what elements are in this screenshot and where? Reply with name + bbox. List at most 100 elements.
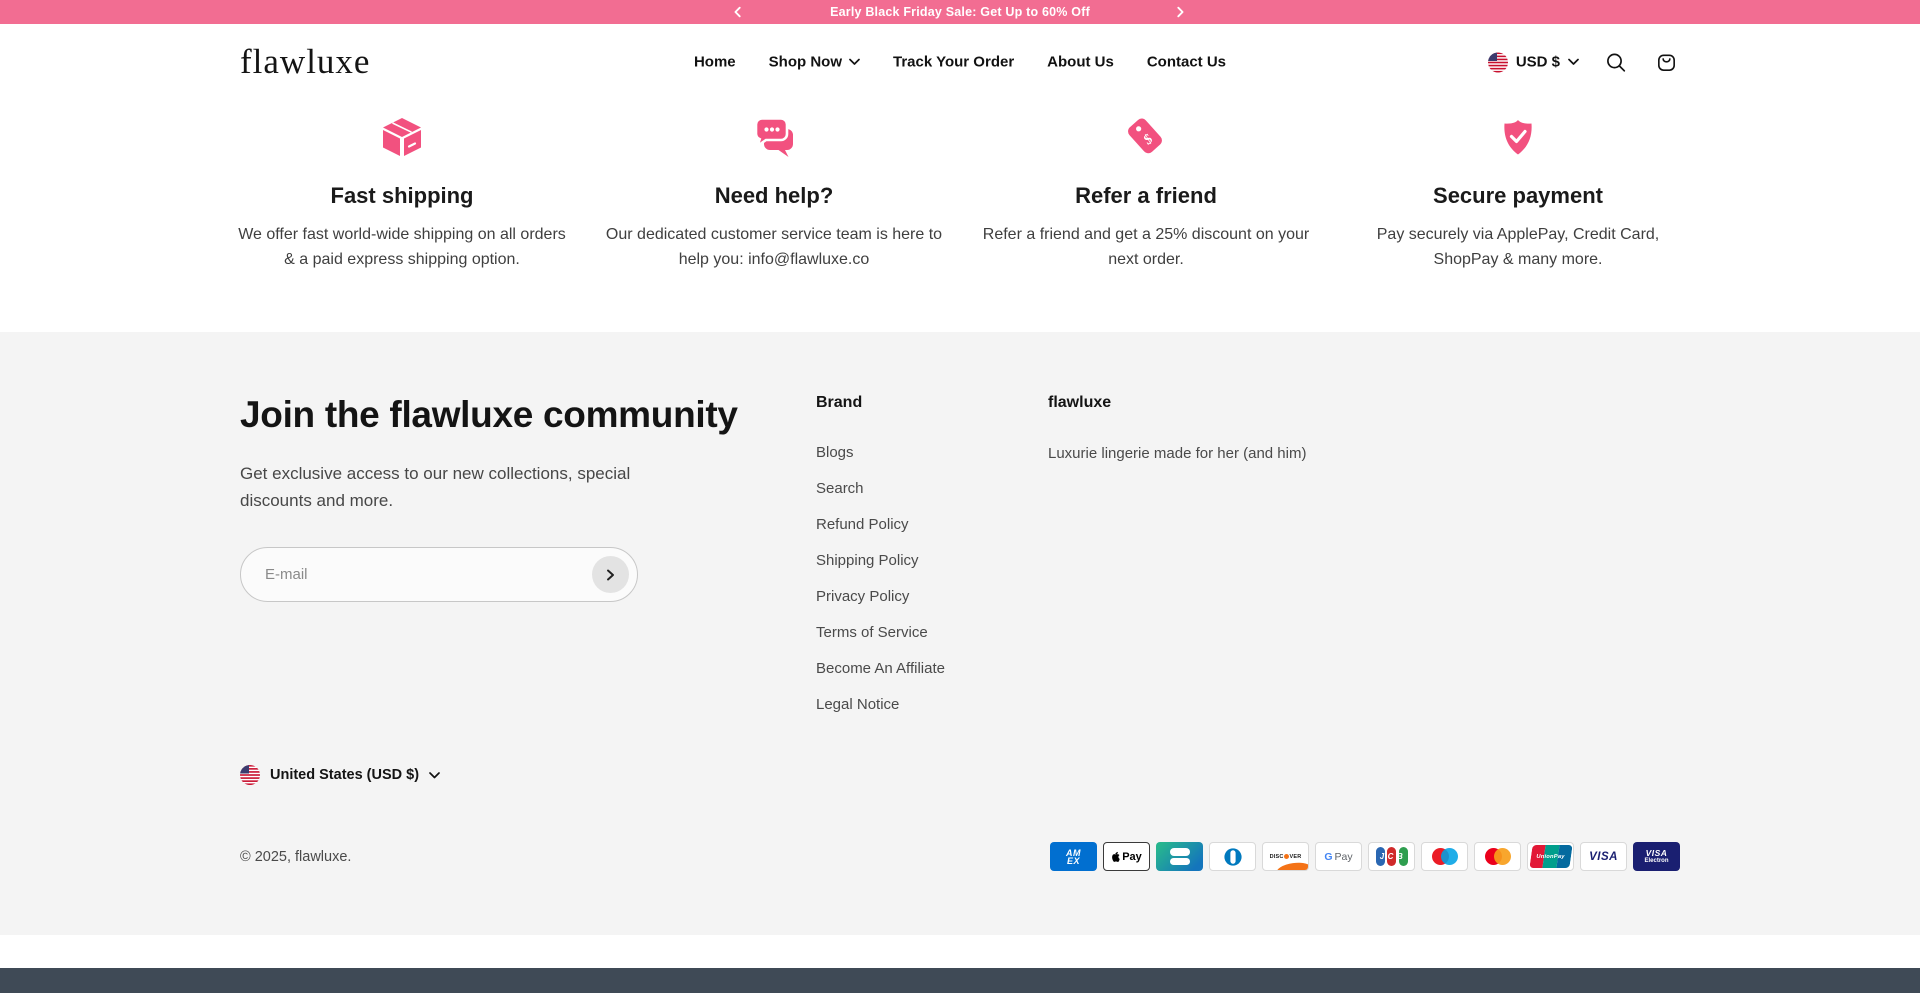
footer-link-become-an-affiliate[interactable]: Become An Affiliate xyxy=(816,658,945,679)
chevron-down-icon xyxy=(1568,59,1579,66)
shield-check-icon xyxy=(1494,113,1542,161)
footer-link-terms-of-service[interactable]: Terms of Service xyxy=(816,622,928,643)
page-bottom-spacer xyxy=(0,935,1920,968)
footer-columns: Join the flawluxe community Get exclusiv… xyxy=(240,394,1680,715)
footer-links: Blogs Search Refund Policy Shipping Poli… xyxy=(816,442,1048,715)
footer-link-refund-policy[interactable]: Refund Policy xyxy=(816,514,909,535)
feature-title: Secure payment xyxy=(1348,183,1688,209)
logo-line: Electron xyxy=(1644,857,1668,865)
feature-secure-payment: Secure payment Pay securely via ApplePay… xyxy=(1332,113,1704,332)
chevron-down-icon xyxy=(429,772,440,779)
mastercard-circles xyxy=(1485,848,1511,865)
apple-pay-logo-text: Pay xyxy=(1122,851,1142,863)
price-tag-icon: $ xyxy=(1122,113,1170,161)
nav-label: Track Your Order xyxy=(893,54,1014,71)
discover-logo-text: DISCVER xyxy=(1270,854,1302,860)
chevron-right-icon xyxy=(1174,6,1186,18)
package-icon xyxy=(378,113,426,161)
amex-logo-text: AMEX xyxy=(1066,849,1081,865)
currency-label: USD $ xyxy=(1516,54,1560,71)
jcb-logo-text: JCB xyxy=(1377,852,1407,861)
chevron-left-icon xyxy=(732,6,744,18)
maestro-blue-circle xyxy=(1441,848,1458,865)
feature-title: Need help? xyxy=(604,183,944,209)
payment-icon-visa-electron: VISA Electron xyxy=(1633,842,1680,871)
payment-icon-visa: VISA xyxy=(1580,842,1627,871)
footer-link-search[interactable]: Search xyxy=(816,478,864,499)
logo-line: VISA xyxy=(1646,849,1668,857)
feature-title: Fast shipping xyxy=(232,183,572,209)
nav-label: Home xyxy=(694,54,736,71)
apple-logo-icon xyxy=(1111,851,1120,862)
nav-item-about-us[interactable]: About Us xyxy=(1047,54,1114,71)
nav-label: Shop Now xyxy=(769,54,842,71)
announcement-bar: Early Black Friday Sale: Get Up to 60% O… xyxy=(0,0,1920,24)
footer-link-shipping-policy[interactable]: Shipping Policy xyxy=(816,550,919,571)
unionpay-logo-text: UnionPay xyxy=(1536,854,1564,860)
newsletter-subtitle: Get exclusive access to our new collecti… xyxy=(240,460,705,514)
nav-label: Contact Us xyxy=(1147,54,1226,71)
feature-refer-a-friend: $ Refer a friend Refer a friend and get … xyxy=(960,113,1332,332)
search-button[interactable] xyxy=(1603,49,1629,75)
discover-swoosh xyxy=(1275,861,1309,871)
cb-shape xyxy=(1170,858,1190,866)
footer-column-title: flawluxe xyxy=(1048,394,1680,412)
copyright-text: © 2025, flawluxe. xyxy=(240,849,351,865)
nav-item-contact-us[interactable]: Contact Us xyxy=(1147,54,1226,71)
visa-logo-text: VISA xyxy=(1589,851,1618,863)
gpay-logo-text: Pay xyxy=(1335,851,1353,863)
footer-link-legal-notice[interactable]: Legal Notice xyxy=(816,694,899,715)
footer-column-title: Brand xyxy=(816,394,1048,412)
main-nav: Home Shop Now Track Your Order About Us … xyxy=(694,54,1226,71)
footer-about-column: flawluxe Luxurie lingerie made for her (… xyxy=(1048,394,1680,464)
google-g-logo: G xyxy=(1324,851,1332,863)
footer-about-text: Luxurie lingerie made for her (and him) xyxy=(1048,443,1680,464)
feature-icon-wrap: $ xyxy=(976,113,1316,161)
chat-bubbles-icon xyxy=(750,113,798,161)
payment-methods: AMEX Pay DISCVER GPay xyxy=(1050,842,1680,871)
footer-link-privacy-policy[interactable]: Privacy Policy xyxy=(816,586,909,607)
cart-button[interactable] xyxy=(1653,49,1680,76)
email-input[interactable] xyxy=(240,547,638,602)
page: Early Black Friday Sale: Get Up to 60% O… xyxy=(0,0,1920,993)
announcement-prev-button[interactable] xyxy=(725,0,751,24)
footer-brand-column: Brand Blogs Search Refund Policy Shippin… xyxy=(816,394,1048,715)
payment-icon-maestro xyxy=(1421,842,1468,871)
feature-title: Refer a friend xyxy=(976,183,1316,209)
feature-text: We offer fast world-wide shipping on all… xyxy=(232,222,572,273)
feature-text: Refer a friend and get a 25% discount on… xyxy=(976,222,1316,273)
site-header: flawluxe Home Shop Now Track Your Order … xyxy=(0,24,1920,100)
bottom-dark-bar xyxy=(0,968,1920,993)
footer-bottom-row: © 2025, flawluxe. AMEX Pay DISCVER xyxy=(240,842,1680,871)
currency-selector[interactable]: USD $ xyxy=(1488,52,1579,72)
cb-shape xyxy=(1170,848,1190,856)
payment-icon-jcb: JCB xyxy=(1368,842,1415,871)
feature-fast-shipping: Fast shipping We offer fast world-wide s… xyxy=(216,113,588,332)
feature-text: Our dedicated customer service team is h… xyxy=(604,222,944,273)
diners-club-logo-icon xyxy=(1223,847,1243,867)
feature-icon-wrap xyxy=(604,113,944,161)
nav-item-track-your-order[interactable]: Track Your Order xyxy=(893,54,1014,71)
us-flag-icon xyxy=(240,765,260,785)
logo-part: VER xyxy=(1290,854,1302,860)
announcement-next-button[interactable] xyxy=(1167,0,1193,24)
country-selector[interactable]: United States (USD $) xyxy=(240,765,440,785)
footer-link-blogs[interactable]: Blogs xyxy=(816,442,854,463)
logo[interactable]: flawluxe xyxy=(240,42,370,82)
features-section: Fast shipping We offer fast world-wide s… xyxy=(216,100,1704,332)
country-label: United States (USD $) xyxy=(270,767,419,783)
maestro-circles xyxy=(1432,848,1458,865)
feature-icon-wrap xyxy=(1348,113,1688,161)
payment-icon-apple-pay: Pay xyxy=(1103,842,1150,871)
search-icon xyxy=(1605,51,1627,73)
us-flag-icon xyxy=(1488,52,1508,72)
nav-item-shop-now[interactable]: Shop Now xyxy=(769,54,860,71)
payment-icon-diners-club xyxy=(1209,842,1256,871)
header-actions: USD $ xyxy=(1488,49,1680,76)
newsletter-form xyxy=(240,547,638,602)
payment-icon-google-pay: GPay xyxy=(1315,842,1362,871)
nav-label: About Us xyxy=(1047,54,1114,71)
nav-item-home[interactable]: Home xyxy=(694,54,736,71)
payment-icon-amex: AMEX xyxy=(1050,842,1097,871)
payment-icon-unionpay: UnionPay xyxy=(1527,842,1574,871)
